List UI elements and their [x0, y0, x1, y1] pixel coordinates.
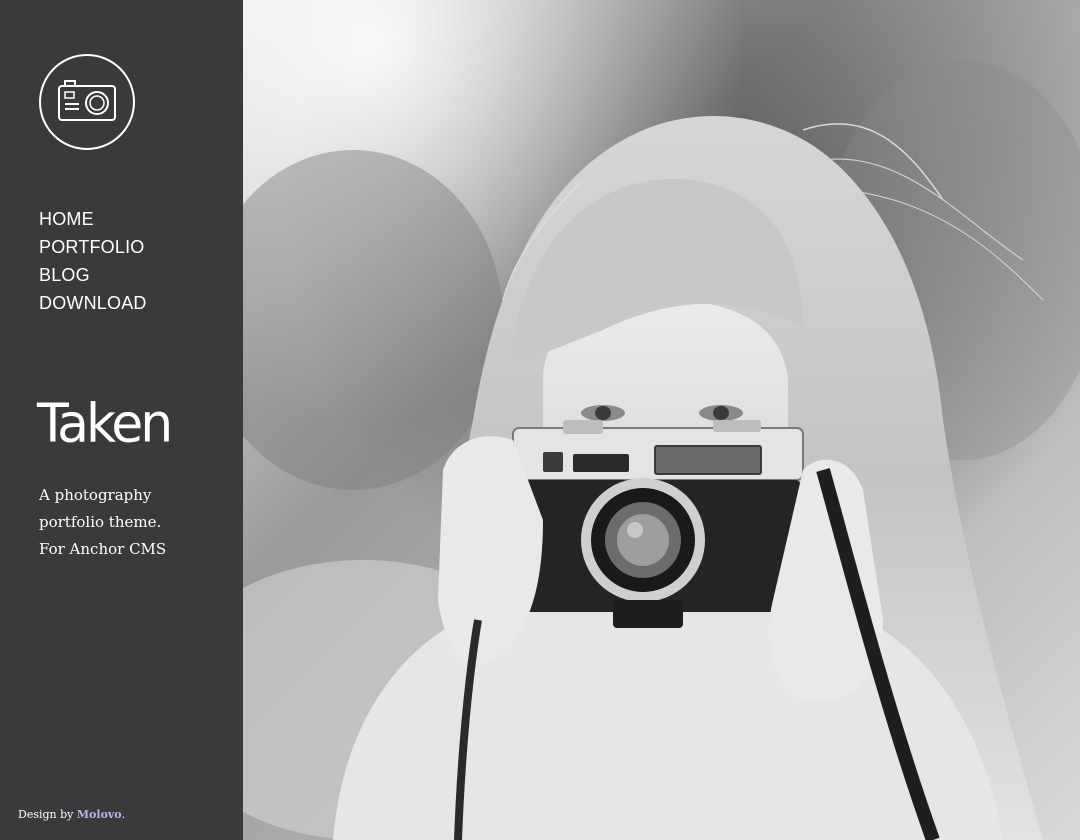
- footer-credit: Design by Molovo.: [18, 808, 125, 821]
- tagline-line-3: For Anchor CMS: [39, 540, 167, 558]
- tagline-line-2: portfolio theme.: [39, 513, 162, 531]
- nav-home[interactable]: HOME: [39, 208, 147, 230]
- credit-prefix: Design by: [18, 808, 77, 821]
- hero-photo-illustration: [243, 0, 1080, 840]
- tagline: A photography portfolio theme. For Ancho…: [39, 482, 219, 563]
- nav-blog[interactable]: BLOG: [39, 264, 147, 286]
- credit-link[interactable]: Molovo: [77, 808, 122, 821]
- site-title: Taken: [37, 393, 173, 455]
- nav-download[interactable]: DOWNLOAD: [39, 292, 147, 314]
- credit-suffix: .: [121, 808, 126, 821]
- hero-photo: [243, 0, 1080, 840]
- sidebar: HOME PORTFOLIO BLOG DOWNLOAD Taken A pho…: [0, 0, 243, 840]
- nav-portfolio[interactable]: PORTFOLIO: [39, 236, 147, 258]
- camera-icon: [58, 80, 116, 121]
- main-nav: HOME PORTFOLIO BLOG DOWNLOAD: [39, 208, 147, 320]
- logo-link[interactable]: [39, 54, 135, 150]
- tagline-line-1: A photography: [39, 486, 152, 504]
